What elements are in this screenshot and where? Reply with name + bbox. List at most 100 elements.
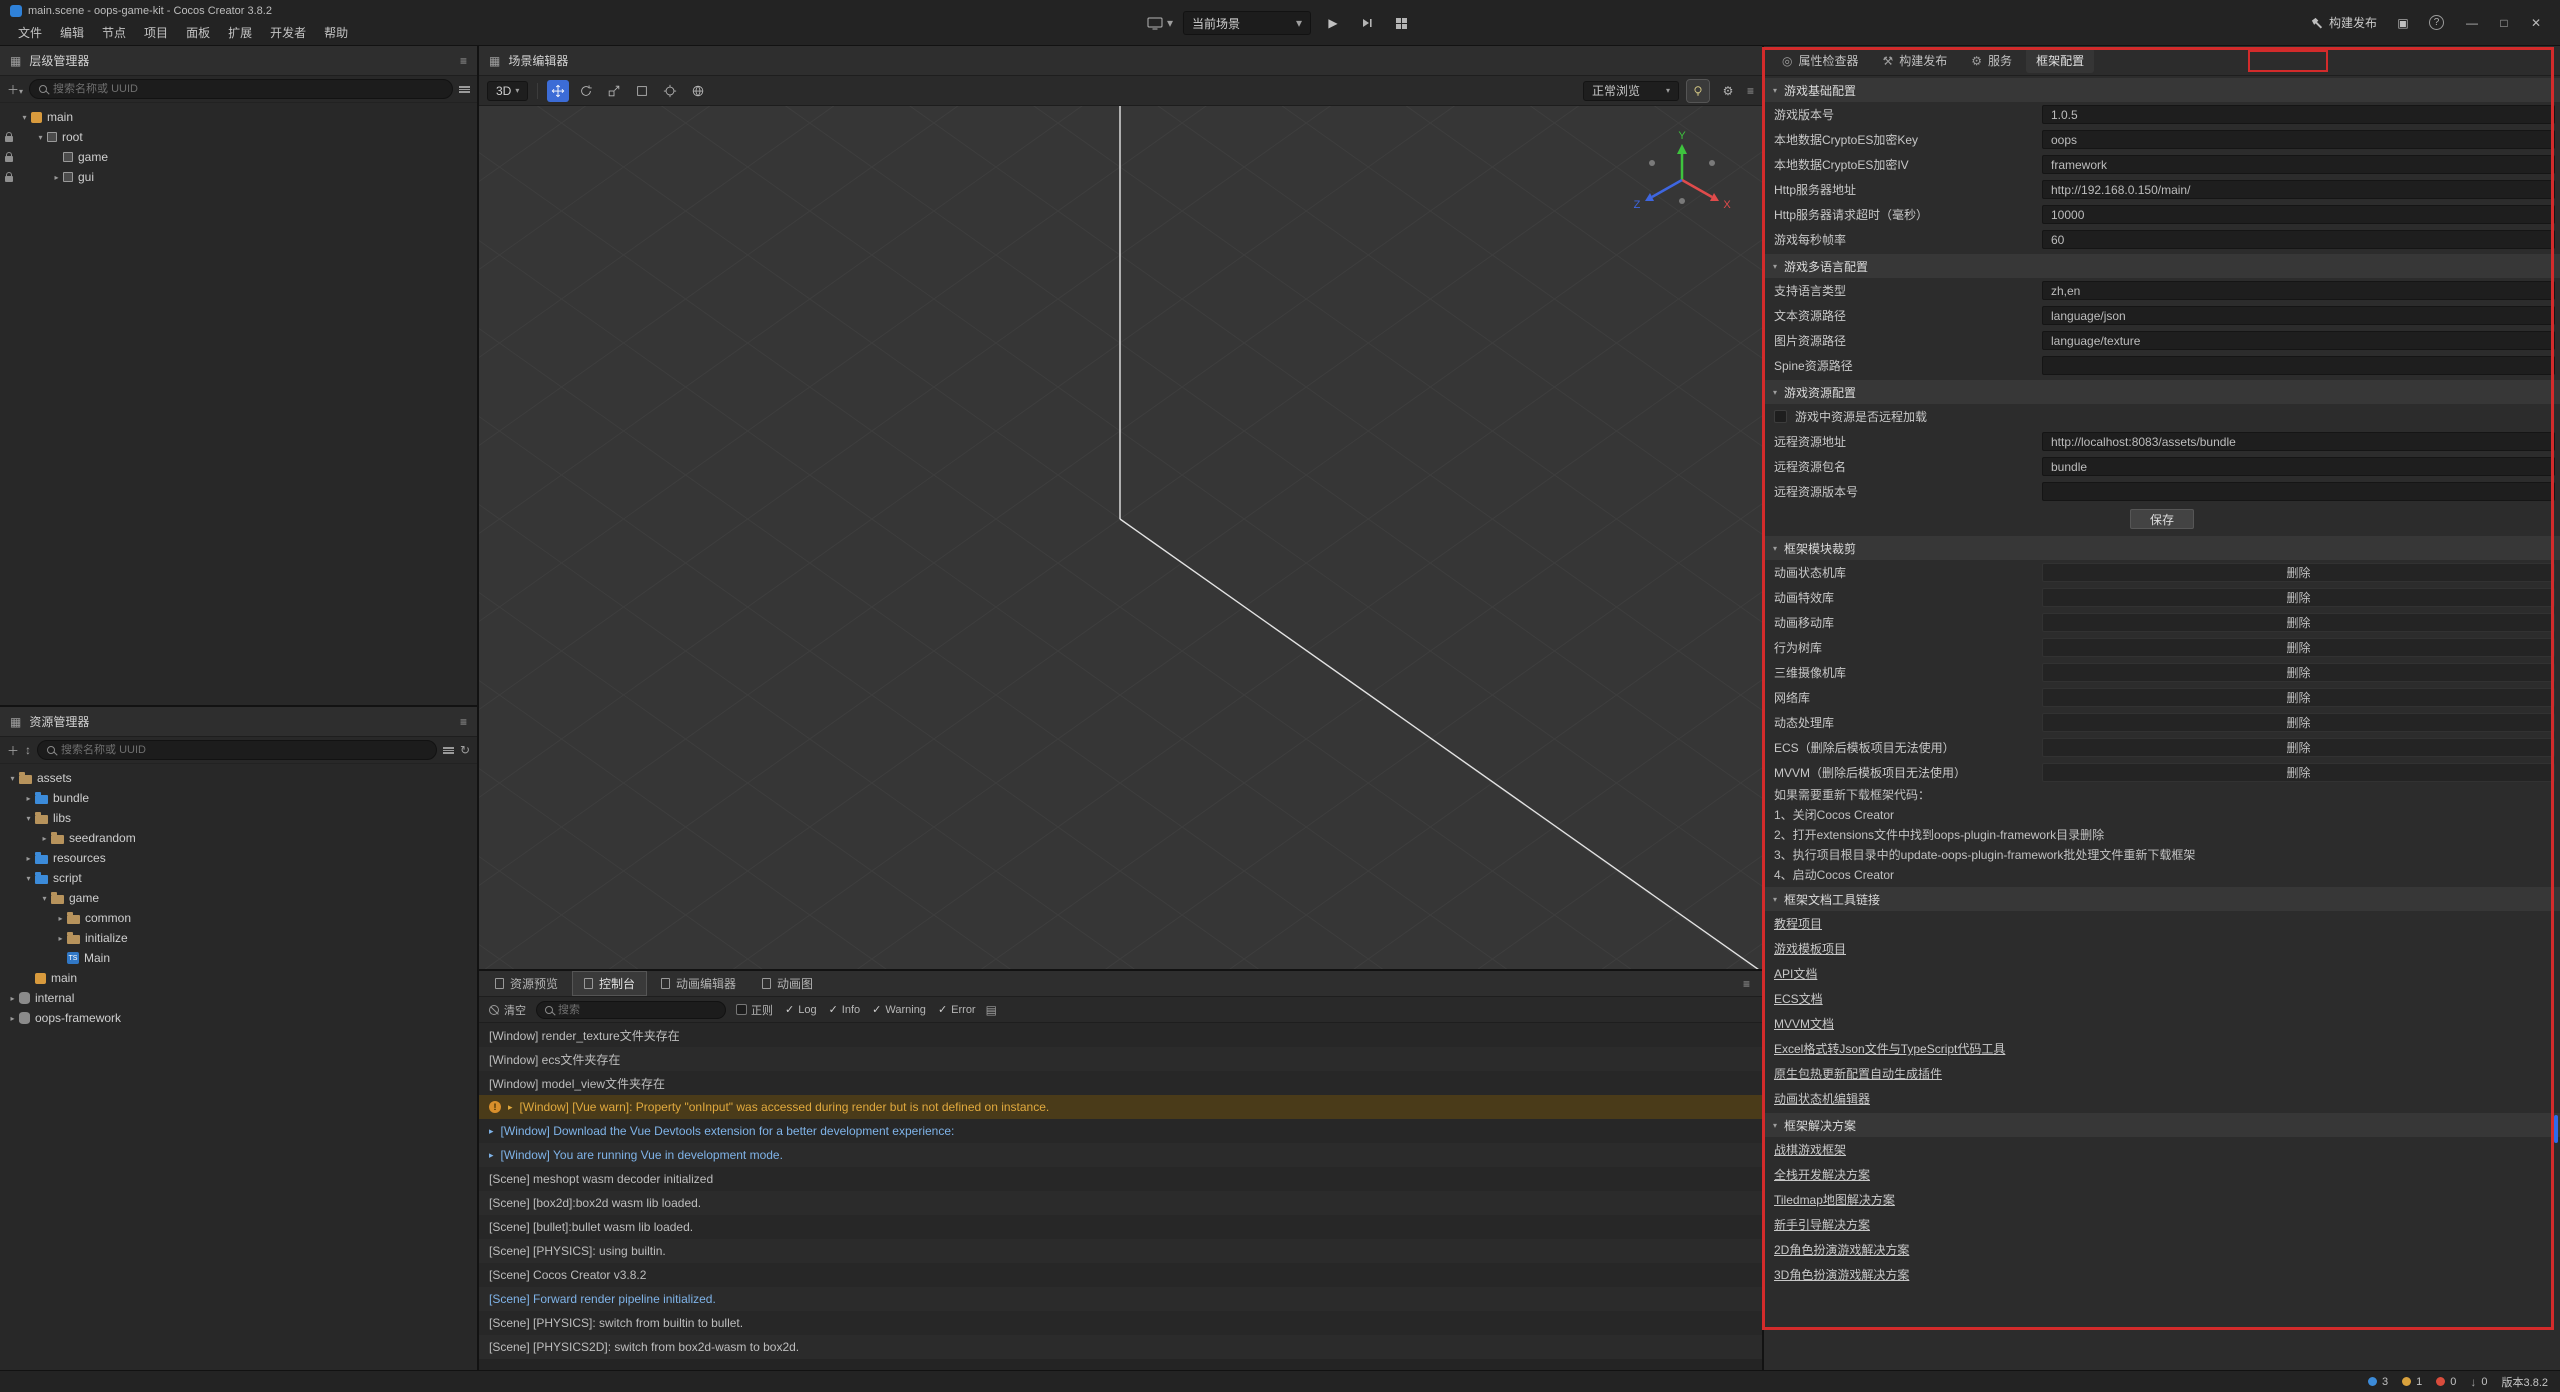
export-log-icon[interactable]: ▤ bbox=[986, 1003, 997, 1017]
add-node-button[interactable]: ＋▾ bbox=[7, 81, 23, 98]
log-row[interactable]: ▸[Window] You are running Vue in develop… bbox=[479, 1143, 1762, 1167]
tree-row[interactable]: main bbox=[0, 968, 477, 988]
tree-row[interactable]: ▸initialize bbox=[0, 928, 477, 948]
hierarchy-search[interactable] bbox=[29, 79, 453, 99]
chevron-open-icon[interactable]: ▾ bbox=[18, 113, 31, 122]
mode-3d-toggle[interactable]: 3D ▾ bbox=[487, 81, 528, 101]
tree-row[interactable]: ▾libs bbox=[0, 808, 477, 828]
delete-button[interactable]: 删除 bbox=[2042, 613, 2555, 632]
tree-row[interactable]: ▸common bbox=[0, 908, 477, 928]
section-solutions[interactable]: ▾ 框架解决方案 bbox=[1764, 1113, 2560, 1137]
filter-icon[interactable] bbox=[459, 86, 470, 93]
build-publish-button[interactable]: 构建发布 bbox=[2310, 14, 2377, 31]
tree-row[interactable]: ▸bundle bbox=[0, 788, 477, 808]
log-row[interactable]: [Scene] [PHYSICS2D]: switch from box2d-w… bbox=[479, 1335, 1762, 1359]
field-input[interactable]: 60 bbox=[2042, 230, 2555, 249]
doc-link[interactable]: 游戏模板项目 bbox=[1774, 940, 1846, 957]
filter-Info[interactable]: ✓Info bbox=[829, 1003, 861, 1016]
delete-button[interactable]: 删除 bbox=[2042, 688, 2555, 707]
log-row[interactable]: ▸[Window] Download the Vue Devtools exte… bbox=[479, 1119, 1762, 1143]
step-button[interactable] bbox=[1355, 11, 1379, 35]
chevron-closed-icon[interactable]: ▸ bbox=[38, 834, 51, 843]
menu-item-编辑[interactable]: 编辑 bbox=[52, 23, 92, 42]
console-tab-控制台[interactable]: 控制台 bbox=[572, 971, 647, 996]
scale-tool-button[interactable] bbox=[603, 80, 625, 102]
chevron-closed-icon[interactable]: ▸ bbox=[6, 1014, 19, 1023]
expand-icon[interactable]: ▸ bbox=[489, 1150, 494, 1161]
download-count[interactable]: ↓ 0 bbox=[2470, 1375, 2487, 1389]
field-input[interactable]: 10000 bbox=[2042, 205, 2555, 224]
tree-row[interactable]: ▸seedrandom bbox=[0, 828, 477, 848]
assets-search[interactable] bbox=[37, 740, 437, 760]
console-search[interactable] bbox=[536, 1001, 726, 1019]
tree-row[interactable]: ▸gui bbox=[0, 167, 477, 187]
menu-item-项目[interactable]: 项目 bbox=[136, 23, 176, 42]
tree-row[interactable]: ▸resources bbox=[0, 848, 477, 868]
filter-Error[interactable]: ✓Error bbox=[938, 1003, 976, 1016]
field-input[interactable]: oops bbox=[2042, 130, 2555, 149]
doc-link[interactable]: Excel格式转Json文件与TypeScript代码工具 bbox=[1774, 1040, 2005, 1057]
log-row[interactable]: [Scene] [PHYSICS]: switch from builtin t… bbox=[479, 1311, 1762, 1335]
menu-item-文件[interactable]: 文件 bbox=[10, 23, 50, 42]
log-row[interactable]: [Scene] [PHYSICS]: using builtin. bbox=[479, 1239, 1762, 1263]
console-tab-资源预览[interactable]: 资源预览 bbox=[483, 971, 570, 996]
screenshot-button[interactable]: ▣ bbox=[2391, 11, 2415, 35]
field-input[interactable]: language/json bbox=[2042, 306, 2555, 325]
solution-link[interactable]: 新手引导解决方案 bbox=[1774, 1216, 1870, 1233]
log-row[interactable]: [Scene] meshopt wasm decoder initialized bbox=[479, 1167, 1762, 1191]
tree-row[interactable]: ▾assets bbox=[0, 768, 477, 788]
inspector-tab-服务[interactable]: ⚙服务 bbox=[1961, 48, 2022, 73]
remote-load-checkbox[interactable] bbox=[1774, 410, 1787, 423]
help-button[interactable]: ? bbox=[2429, 15, 2444, 30]
snap-tool-button[interactable] bbox=[687, 80, 709, 102]
section-module-trim[interactable]: ▾ 框架模块裁剪 bbox=[1764, 536, 2560, 560]
panel-menu-icon[interactable]: ≡ bbox=[460, 54, 467, 68]
pivot-tool-button[interactable] bbox=[659, 80, 681, 102]
doc-link[interactable]: ECS文档 bbox=[1774, 990, 1823, 1007]
platform-select-button[interactable]: ▾ bbox=[1147, 16, 1173, 30]
close-button[interactable]: ✕ bbox=[2522, 11, 2550, 35]
delete-button[interactable]: 删除 bbox=[2042, 563, 2555, 582]
tree-row[interactable]: game bbox=[0, 147, 477, 167]
tree-row[interactable]: TSMain bbox=[0, 948, 477, 968]
move-tool-button[interactable] bbox=[547, 80, 569, 102]
scene-gizmo-settings-button[interactable]: ⚙ bbox=[1717, 80, 1739, 102]
filter-icon[interactable] bbox=[443, 747, 454, 754]
inspector-tab-属性检查器[interactable]: ◎属性检查器 bbox=[1772, 48, 1869, 73]
doc-link[interactable]: 教程项目 bbox=[1774, 915, 1822, 932]
scene-select-dropdown[interactable]: 当前场景 ▾ bbox=[1183, 11, 1311, 35]
inspector-tab-构建发布[interactable]: ⚒构建发布 bbox=[1873, 48, 1958, 73]
field-input[interactable] bbox=[2042, 356, 2555, 375]
refresh-icon[interactable]: ↻ bbox=[460, 743, 470, 757]
field-input[interactable]: framework bbox=[2042, 155, 2555, 174]
field-input[interactable]: http://192.168.0.150/main/ bbox=[2042, 180, 2555, 199]
scrollbar-thumb[interactable] bbox=[2554, 1115, 2558, 1143]
chevron-open-icon[interactable]: ▾ bbox=[22, 874, 35, 883]
error-count[interactable]: 0 bbox=[2436, 1376, 2456, 1388]
delete-button[interactable]: 删除 bbox=[2042, 713, 2555, 732]
chevron-closed-icon[interactable]: ▸ bbox=[6, 994, 19, 1003]
rect-tool-button[interactable] bbox=[631, 80, 653, 102]
view-mode-dropdown[interactable]: 正常浏览 ▾ bbox=[1583, 81, 1679, 101]
save-button[interactable]: 保存 bbox=[2130, 509, 2194, 529]
assets-search-input[interactable] bbox=[61, 744, 427, 756]
panel-menu-icon[interactable]: ≡ bbox=[460, 715, 467, 729]
console-tab-动画编辑器[interactable]: 动画编辑器 bbox=[649, 971, 748, 996]
solution-link[interactable]: 2D角色扮演游戏解决方案 bbox=[1774, 1241, 1909, 1258]
log-row[interactable]: !▸[Window] [Vue warn]: Property "onInput… bbox=[479, 1095, 1762, 1119]
doc-link[interactable]: MVVM文档 bbox=[1774, 1015, 1834, 1032]
solution-link[interactable]: 全栈开发解决方案 bbox=[1774, 1166, 1870, 1183]
field-input[interactable]: bundle bbox=[2042, 457, 2555, 476]
field-input[interactable]: http://localhost:8083/assets/bundle bbox=[2042, 432, 2555, 451]
add-asset-button[interactable]: ＋ bbox=[7, 742, 19, 759]
filter-Log[interactable]: ✓Log bbox=[785, 1003, 817, 1016]
delete-button[interactable]: 删除 bbox=[2042, 663, 2555, 682]
sort-icon[interactable]: ↕ bbox=[25, 743, 31, 757]
field-input[interactable]: zh,en bbox=[2042, 281, 2555, 300]
log-row[interactable]: [Window] model_view文件夹存在 bbox=[479, 1071, 1762, 1095]
expand-icon[interactable]: ▸ bbox=[489, 1126, 494, 1137]
scene-viewport[interactable]: Y X Z bbox=[479, 106, 1762, 969]
maximize-button[interactable]: □ bbox=[2490, 11, 2518, 35]
doc-link[interactable]: 动画状态机编辑器 bbox=[1774, 1090, 1870, 1107]
console-search-input[interactable] bbox=[558, 1004, 717, 1016]
